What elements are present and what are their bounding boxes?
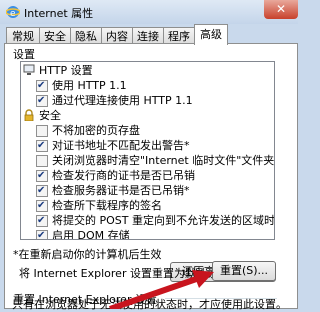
checkbox[interactable] — [36, 198, 48, 213]
tab-general[interactable]: 常规 — [6, 27, 40, 44]
reset-button[interactable]: 重置(S)... — [212, 261, 276, 281]
settings-list[interactable]: HTTP 设置 使用 HTTP 1.1 通过代理连接使用 HTTP 1.1 安全… — [20, 61, 275, 240]
checkbox[interactable] — [36, 78, 48, 93]
settings-label: 设置 — [13, 48, 35, 61]
checkbox[interactable] — [36, 93, 48, 108]
lock-icon — [24, 109, 34, 121]
group-divider — [165, 298, 277, 299]
checkbox[interactable] — [36, 125, 48, 137]
checkbox[interactable] — [36, 155, 48, 167]
monitor-icon — [23, 64, 35, 75]
checkbox[interactable] — [36, 138, 48, 153]
reset-group-label: 重置 Internet Explorer 设置 — [13, 293, 157, 306]
tab-content[interactable]: 内容 — [101, 27, 133, 44]
vertical-scrollbar[interactable]: ▲ ▼ — [274, 62, 275, 239]
checkbox[interactable] — [36, 183, 48, 198]
checkbox[interactable] — [36, 228, 48, 239]
tab-security[interactable]: 安全 — [39, 27, 71, 44]
checkbox[interactable] — [36, 168, 48, 183]
tab-advanced[interactable]: 高级 — [194, 24, 228, 45]
tab-connections[interactable]: 连接 — [132, 27, 164, 44]
checkbox[interactable] — [36, 213, 48, 228]
restart-note: *在重新启动你的计算机后生效 — [13, 248, 162, 261]
internet-explorer-icon: e — [6, 6, 20, 19]
window-title: Internet 属性 — [24, 7, 94, 20]
tab-programs[interactable]: 程序 — [163, 27, 195, 44]
svg-text:e: e — [10, 9, 16, 19]
tab-privacy[interactable]: 隐私 — [70, 27, 102, 44]
title-bar: e Internet 属性 ✕ — [0, 0, 298, 24]
close-button[interactable]: ✕ — [264, 0, 298, 19]
tab-strip: 常规 安全 隐私 内容 连接 程序 高级 — [6, 24, 298, 45]
